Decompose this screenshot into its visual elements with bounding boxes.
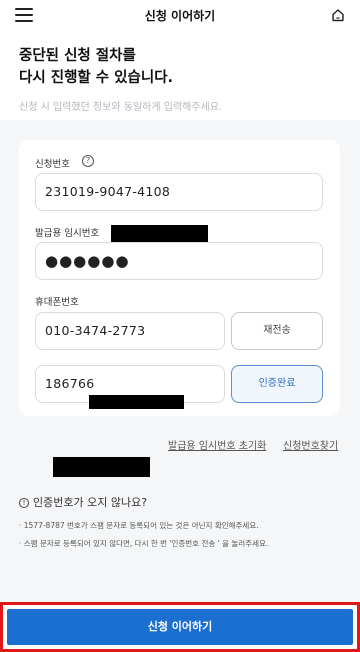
- bottom-action-area: 신청 이어하기: [0, 602, 360, 652]
- notice-line-1: · 1577-8787 번호가 스팸 문자로 등록되어 있는 것은 아닌지 확인…: [19, 521, 259, 530]
- redaction-block: [89, 395, 184, 409]
- app-header: 신청 이어하기: [0, 0, 360, 30]
- home-icon[interactable]: [331, 8, 345, 22]
- notice-title-text: 인증번호가 오지 않나요?: [33, 496, 148, 509]
- application-number-input[interactable]: 231019-9047-4108: [35, 173, 323, 211]
- notice-title: ! 인증번호가 오지 않나요?: [19, 494, 147, 510]
- form-card: 신청번호 ? 231019-9047-4108 발급용 임시번호 ●●●●●● …: [19, 140, 340, 416]
- intro-headline: 중단된 신청 절차를 다시 진행할 수 있습니다.: [19, 45, 173, 89]
- application-number-label: 신청번호: [35, 159, 70, 170]
- verified-button[interactable]: 인증완료: [231, 365, 323, 403]
- phone-input[interactable]: 010-3474-2773: [35, 312, 225, 350]
- reset-temp-password-link[interactable]: 발급용 임시번호 초기화: [168, 437, 266, 452]
- question-circle-icon[interactable]: ?: [82, 155, 94, 167]
- phone-label: 휴대폰번호: [35, 297, 79, 308]
- notice-line-2: · 스팸 문자로 등록되어 있지 않다면, 다시 한 번 '인증번호 전송 ' …: [19, 539, 269, 548]
- headline-line-1: 중단된 신청 절차를: [19, 48, 136, 64]
- find-application-number-link[interactable]: 신청번호찾기: [283, 437, 338, 452]
- info-circle-icon: !: [19, 498, 29, 508]
- headline-line-2: 다시 진행할 수 있습니다.: [19, 70, 174, 86]
- redaction-block: [53, 457, 150, 477]
- temp-password-input[interactable]: ●●●●●●: [35, 242, 323, 280]
- redaction-block: [111, 225, 208, 243]
- temp-password-label: 발급용 임시번호: [35, 228, 100, 239]
- page-title: 신청 이어하기: [144, 9, 216, 23]
- intro-subline: 신청 시 입력했던 정보와 동일하게 입력해주세요.: [19, 102, 223, 113]
- intro-section: 중단된 신청 절차를 다시 진행할 수 있습니다. 신청 시 입력했던 정보와 …: [0, 30, 360, 120]
- resend-button[interactable]: 재전송: [231, 312, 323, 350]
- continue-application-button[interactable]: 신청 이어하기: [7, 609, 353, 645]
